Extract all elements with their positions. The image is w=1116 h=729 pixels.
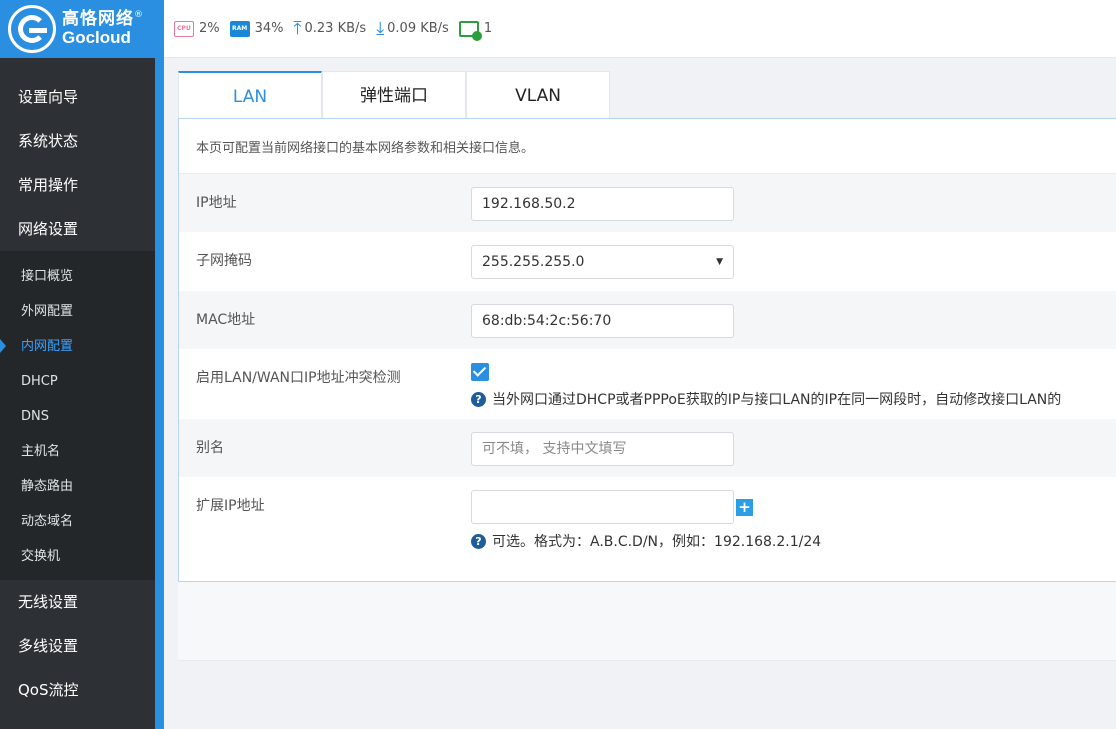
upload-stat: ⤒ 0.23 KB/s [293, 17, 367, 39]
sidebar-accent-strip [155, 58, 164, 729]
download-value: 0.09 KB/s [387, 21, 449, 36]
content-footer-area [178, 582, 1116, 661]
conflict-hint-text: 当外网口通过DHCP或者PPPoE获取的IP与接口LAN的IP在同一网段时，自动… [492, 392, 1062, 408]
connections-value: 1 [483, 21, 493, 36]
ram-value: 34% [254, 21, 284, 36]
status-bar: CPU 2% RAM 34% ⤒ 0.23 KB/s ⤓ 0.09 KB/s 1 [164, 0, 1116, 58]
mac-label: MAC地址 [196, 312, 256, 328]
conflict-row: 启用LAN/WAN口IP地址冲突检测 ? 当外网口通过DHCP或者PPPoE获取… [179, 349, 1116, 419]
sidebar-item-qos[interactable]: QoS流控 [0, 668, 155, 712]
monitor-icon [458, 20, 482, 41]
tab-lan[interactable]: LAN [178, 71, 322, 119]
sidebar-item-multiline[interactable]: 多线设置 [0, 624, 155, 668]
sidebar-item-system-status[interactable]: 系统状态 [0, 119, 155, 163]
ext-ip-hint-text: 可选。格式为：A.B.C.D/N，例如：192.168.2.1/24 [492, 534, 822, 550]
sidebar-item-dhcp[interactable]: DHCP [0, 364, 155, 399]
mask-label: 子网掩码 [196, 253, 252, 269]
mask-select[interactable]: 255.255.255.0 ▼ [471, 245, 734, 279]
ip-row: IP地址 192.168.50.2 [179, 174, 1116, 232]
upload-value: 0.23 KB/s [304, 21, 367, 36]
ip-input[interactable]: 192.168.50.2 [471, 187, 734, 221]
logo-en: Gocloud [62, 28, 131, 47]
logo-reg: ® [134, 10, 143, 21]
logo-text: 高恪网络® Gocloud [62, 9, 143, 47]
sidebar-item-wan-config[interactable]: 外网配置 [0, 294, 155, 329]
sidebar-item-switch[interactable]: 交换机 [0, 539, 155, 574]
tab-bar: LAN 弹性端口 VLAN [178, 71, 610, 119]
lan-config-panel: 本页可配置当前网络接口的基本网络参数和相关接口信息。 IP地址 192.168.… [178, 118, 1116, 582]
mac-row: MAC地址 68:db:54:2c:56:70 [179, 291, 1116, 349]
connections-stat[interactable]: 1 [458, 20, 493, 41]
ext-ip-input[interactable] [471, 490, 734, 524]
mask-row: 子网掩码 255.255.255.0 ▼ [179, 232, 1116, 291]
ext-ip-row: 扩展IP地址 + ? 可选。格式为：A.B.C.D/N，例如：192.168.2… [179, 477, 1116, 581]
conflict-hint: ? 当外网口通过DHCP或者PPPoE获取的IP与接口LAN的IP在同一网段时，… [471, 389, 1061, 409]
upload-arrow-icon: ⤒ [293, 17, 302, 39]
sidebar-item-common-ops[interactable]: 常用操作 [0, 163, 155, 207]
sidebar-item-interface-overview[interactable]: 接口概览 [0, 259, 155, 294]
logo-cn: 高恪网络 [62, 9, 134, 30]
alias-label: 别名 [196, 440, 224, 456]
sidebar-item-lan-config[interactable]: 内网配置 [0, 329, 155, 364]
chevron-down-icon: ▼ [716, 257, 723, 267]
cpu-icon: CPU [174, 20, 194, 37]
cpu-stat: CPU 2% [174, 20, 220, 37]
alias-row: 别名 可不填， 支持中文填写 [179, 419, 1116, 477]
conflict-checkbox[interactable] [471, 363, 489, 381]
sidebar-item-dns[interactable]: DNS [0, 399, 155, 434]
tab-elastic-port[interactable]: 弹性端口 [322, 71, 466, 119]
logo-icon [8, 5, 56, 53]
tab-vlan[interactable]: VLAN [466, 71, 610, 119]
mask-value: 255.255.255.0 [482, 254, 585, 270]
ip-label: IP地址 [196, 195, 237, 211]
download-stat: ⤓ 0.09 KB/s [376, 17, 449, 39]
conflict-label: 启用LAN/WAN口IP地址冲突检测 [196, 370, 401, 386]
mac-input[interactable]: 68:db:54:2c:56:70 [471, 304, 734, 338]
alias-input[interactable]: 可不填， 支持中文填写 [471, 432, 734, 466]
page-description: 本页可配置当前网络接口的基本网络参数和相关接口信息。 [179, 119, 1116, 174]
ram-stat: RAM 34% [229, 20, 284, 37]
ext-ip-hint: ? 可选。格式为：A.B.C.D/N，例如：192.168.2.1/24 [471, 531, 821, 551]
help-icon: ? [471, 533, 486, 549]
ram-icon: RAM [229, 20, 250, 37]
sidebar-item-wireless[interactable]: 无线设置 [0, 580, 155, 624]
help-icon: ? [471, 391, 486, 407]
sidebar-item-network-settings[interactable]: 网络设置 [0, 207, 155, 251]
download-arrow-icon: ⤓ [376, 17, 385, 39]
sidebar-item-setup-wizard[interactable]: 设置向导 [0, 75, 155, 119]
sidebar-item-static-route[interactable]: 静态路由 [0, 469, 155, 504]
ext-ip-label: 扩展IP地址 [196, 498, 265, 514]
cpu-value: 2% [199, 21, 220, 36]
add-ext-ip-button[interactable]: + [736, 499, 753, 516]
network-submenu: 接口概览 外网配置 内网配置 DHCP DNS 主机名 静态路由 动态域名 交换… [0, 251, 155, 580]
logo[interactable]: 高恪网络® Gocloud [0, 0, 164, 58]
sidebar-item-ddns[interactable]: 动态域名 [0, 504, 155, 539]
sidebar: 设置向导 系统状态 常用操作 网络设置 接口概览 外网配置 内网配置 DHCP … [0, 58, 155, 729]
sidebar-item-hostname[interactable]: 主机名 [0, 434, 155, 469]
